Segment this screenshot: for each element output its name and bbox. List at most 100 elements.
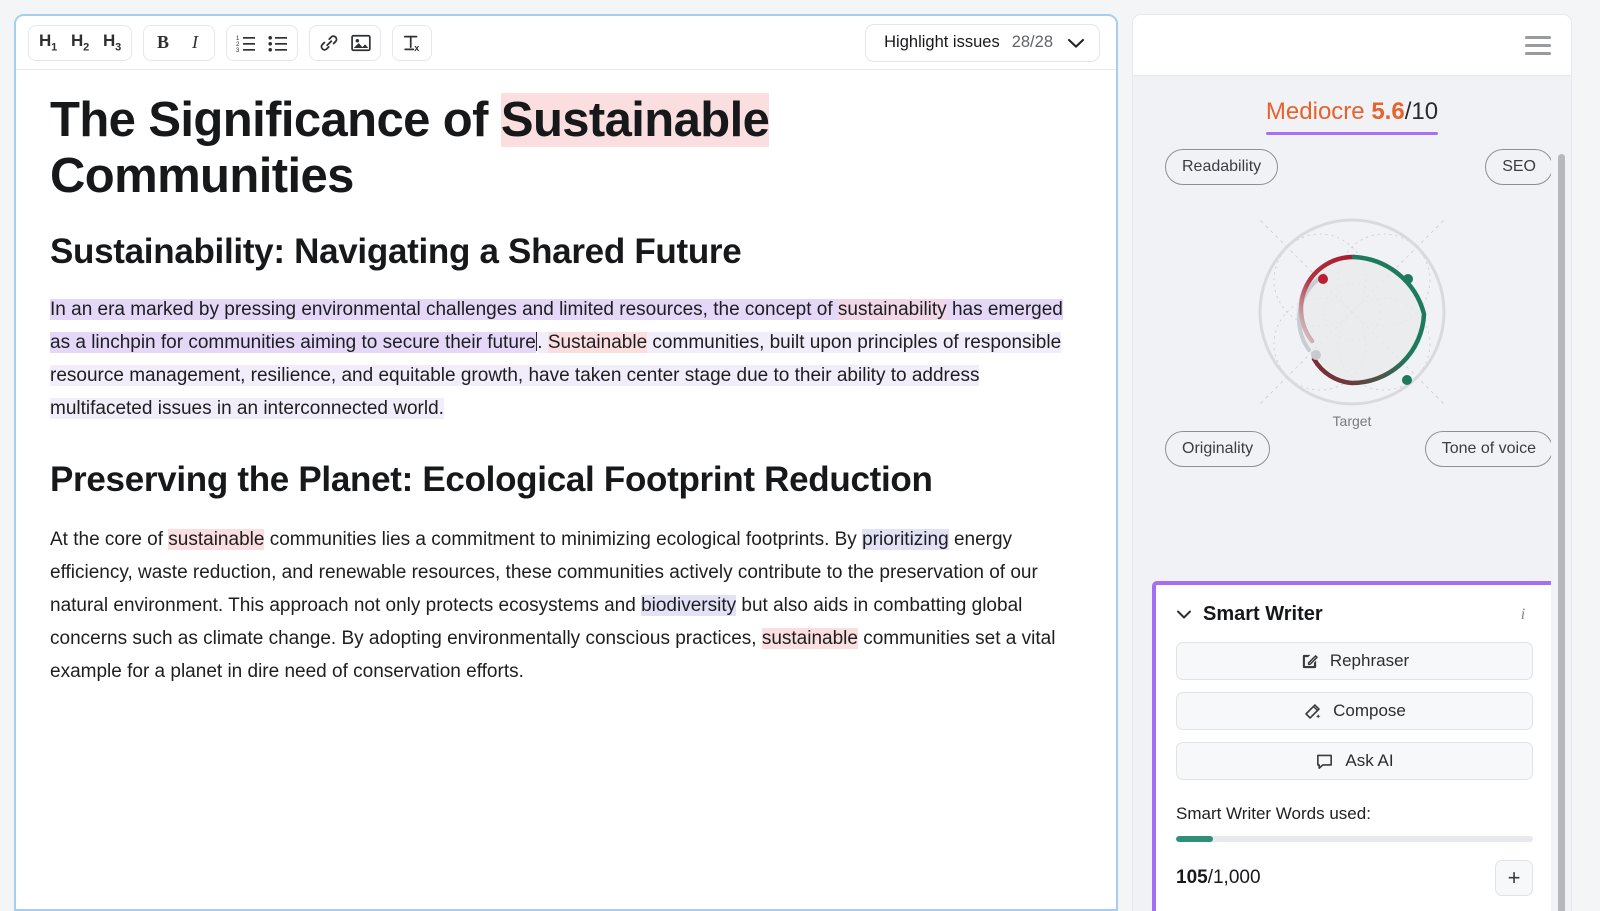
h1-label: H bbox=[39, 31, 52, 51]
title-highlight: Sustainable bbox=[500, 93, 770, 147]
bold-label: B bbox=[156, 32, 169, 52]
score-word: Mediocre bbox=[1265, 98, 1365, 125]
image-button[interactable] bbox=[345, 28, 377, 58]
bullet-list-button[interactable] bbox=[262, 28, 294, 58]
insert-group bbox=[309, 24, 381, 61]
radar-point-seo[interactable] bbox=[1403, 274, 1413, 284]
link-button[interactable] bbox=[313, 28, 345, 58]
smart-writer-title: Smart Writer bbox=[1203, 603, 1323, 625]
bullet-list-icon bbox=[268, 35, 287, 52]
list-group: 1 2 3 bbox=[226, 24, 298, 61]
pill-tone-label: Tone of voice bbox=[1441, 440, 1536, 457]
highlight-issues-dropdown[interactable]: Highlight issues 28/28 bbox=[865, 23, 1100, 62]
h1-sub: 1 bbox=[51, 41, 57, 54]
h2-button[interactable]: H2 bbox=[64, 28, 96, 58]
clear-formatting-icon: x bbox=[403, 35, 419, 53]
p2-seg8: sustainable bbox=[761, 627, 858, 649]
title-part-1: The Significance of bbox=[50, 93, 501, 147]
heading-button-group: H1 H2 H3 bbox=[28, 24, 132, 61]
smart-writer-words-label: Smart Writer Words used: bbox=[1176, 804, 1371, 823]
section-heading-2: Preserving the Planet: Ecological Footpr… bbox=[50, 459, 933, 499]
right-sidebar: Mediocre 5.6/10 Readability SEO Original… bbox=[1132, 14, 1572, 911]
info-icon[interactable]: i bbox=[1513, 605, 1533, 625]
radar-point-readability[interactable] bbox=[1318, 274, 1328, 284]
smart-writer-header: Smart Writer i bbox=[1176, 603, 1533, 626]
app-root: H1 H2 H3 B I 1 2 3 x Highlight issues 28… bbox=[0, 0, 1600, 911]
score-value: 5.6 bbox=[1371, 98, 1405, 125]
clear-formatting-button[interactable]: x bbox=[396, 28, 428, 58]
h3-label: H bbox=[103, 31, 116, 51]
h2-label: H bbox=[71, 31, 84, 51]
smart-writer-usage-row: 105/1,000 + bbox=[1176, 860, 1533, 896]
pill-seo[interactable]: SEO bbox=[1485, 149, 1553, 185]
hamburger-menu-icon[interactable] bbox=[1525, 35, 1551, 55]
radar-svg bbox=[1257, 217, 1447, 407]
svg-text:3: 3 bbox=[236, 48, 240, 52]
overall-score: Mediocre 5.6/10 bbox=[1133, 98, 1571, 135]
words-limit: /1,000 bbox=[1207, 867, 1261, 888]
ordered-list-icon: 1 2 3 bbox=[236, 36, 255, 52]
p1-seg5: Sustainable bbox=[547, 331, 648, 353]
h3-sub: 3 bbox=[115, 41, 121, 54]
p2-seg6: biodiversity bbox=[641, 594, 737, 616]
highlight-issues-label: Highlight issues bbox=[884, 33, 1000, 51]
rephraser-label: Rephraser bbox=[1329, 651, 1410, 670]
p2-seg4: prioritizing bbox=[862, 528, 949, 550]
compose-button[interactable]: Compose bbox=[1176, 692, 1533, 730]
content-fade-overlay bbox=[16, 827, 1116, 909]
title-part-2: Communities bbox=[50, 149, 354, 204]
p2-seg3: communities lies a commitment to minimiz… bbox=[264, 528, 863, 550]
smart-writer-card: Smart Writer i Rephraser Compose Ask AI … bbox=[1152, 581, 1557, 911]
h3-button[interactable]: H3 bbox=[96, 28, 128, 58]
text-style-group: B I bbox=[143, 24, 215, 61]
editor-panel: H1 H2 H3 B I 1 2 3 x Highlight issues 28… bbox=[14, 14, 1118, 911]
radar-point-originality[interactable] bbox=[1311, 350, 1321, 360]
paragraph-2: At the core of sustainable communities l… bbox=[50, 523, 1082, 688]
chat-bubble-icon bbox=[1317, 754, 1333, 769]
score-underline bbox=[1265, 132, 1439, 135]
document-body[interactable]: The Significance of Sustainable Communit… bbox=[16, 70, 1116, 909]
link-icon bbox=[320, 34, 338, 51]
editor-toolbar: H1 H2 H3 B I 1 2 3 x Highlight issues 28… bbox=[16, 16, 1116, 70]
score-denominator: /10 bbox=[1404, 98, 1439, 125]
section-heading-1: Sustainability: Navigating a Shared Futu… bbox=[50, 231, 742, 271]
rephraser-pencil-icon bbox=[1302, 654, 1318, 668]
h2-sub: 2 bbox=[83, 41, 89, 54]
p1-seg2: sustainability bbox=[837, 298, 947, 320]
pill-originality-label: Originality bbox=[1182, 440, 1254, 457]
ordered-list-button[interactable]: 1 2 3 bbox=[230, 28, 262, 58]
score-radar-chart: Readability SEO Originality Tone of voic… bbox=[1133, 141, 1571, 471]
bold-button[interactable]: B bbox=[147, 28, 179, 58]
smart-writer-usage-count: 105/1,000 bbox=[1176, 867, 1261, 889]
radar-target-label: Target bbox=[1332, 413, 1372, 429]
clear-format-group: x bbox=[392, 24, 432, 61]
words-used: 105 bbox=[1176, 867, 1208, 888]
p2-seg1: At the core of bbox=[50, 528, 169, 550]
magic-wand-icon bbox=[1305, 703, 1321, 719]
ask-ai-label: Ask AI bbox=[1345, 751, 1394, 770]
paragraph-1: In an era marked by pressing environment… bbox=[50, 293, 1082, 425]
ask-ai-button[interactable]: Ask AI bbox=[1176, 742, 1533, 780]
add-words-button[interactable]: + bbox=[1495, 860, 1533, 896]
chevron-down-icon bbox=[1067, 37, 1085, 49]
sidebar-header bbox=[1132, 14, 1572, 76]
image-icon bbox=[351, 34, 371, 51]
radar-point-tone[interactable] bbox=[1402, 375, 1412, 385]
italic-button[interactable]: I bbox=[179, 28, 211, 58]
svg-text:x: x bbox=[414, 43, 419, 53]
scrollbar-thumb[interactable] bbox=[1558, 154, 1565, 911]
chevron-down-icon[interactable] bbox=[1176, 609, 1192, 620]
p1-seg4: . bbox=[537, 331, 548, 353]
p1-seg1: In an era marked by pressing environment… bbox=[50, 298, 838, 320]
pill-readability[interactable]: Readability bbox=[1165, 149, 1279, 185]
h1-button[interactable]: H1 bbox=[32, 28, 64, 58]
pill-seo-label: SEO bbox=[1502, 158, 1536, 175]
pill-readability-label: Readability bbox=[1182, 158, 1262, 175]
rephraser-button[interactable]: Rephraser bbox=[1176, 642, 1533, 680]
smart-writer-progress-fill bbox=[1176, 836, 1214, 842]
p2-seg2: sustainable bbox=[168, 528, 265, 550]
highlight-issues-count: 28/28 bbox=[1011, 33, 1053, 51]
document-title: The Significance of Sustainable Communit… bbox=[50, 92, 1082, 205]
sidebar-body: Mediocre 5.6/10 Readability SEO Original… bbox=[1132, 76, 1572, 911]
smart-writer-progress-bar bbox=[1176, 836, 1533, 842]
